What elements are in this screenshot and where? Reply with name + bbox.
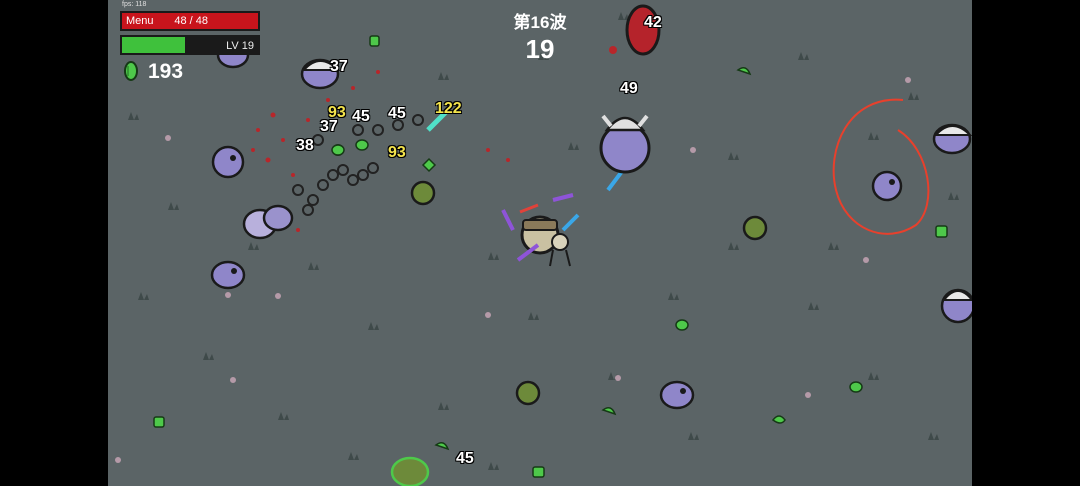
damage-number-crit: 93 [388,144,406,161]
damage-number: 45 [388,105,406,122]
impact-puffs [292,114,424,216]
enemy-helmet-alien [932,123,972,155]
material-drops [153,35,948,478]
damage-number-crit: 122 [435,100,462,117]
wave-title: 第16波 [513,13,567,32]
enemy-spiky-alien [242,204,294,240]
damage-number: 45 [456,450,474,467]
enemy-tree-sprout [410,180,436,206]
damage-number: 49 [620,80,638,97]
damage-number: 38 [296,137,314,154]
enemy-baby-alien [211,145,245,179]
enemy-tree-sprout [390,456,430,486]
letterbox-right [972,0,1080,486]
enemy-horned-brute [599,114,651,174]
wave-timer: 19 [525,34,555,64]
fps-counter: fps: 118 [122,1,147,8]
damage-number: 45 [352,108,370,125]
enemy-tree-sprout [742,215,768,241]
letterbox-left [0,0,108,486]
enemy-helmet-alien [940,288,972,324]
enemy-tree-sprout [515,380,541,406]
damage-number: 37 [330,58,348,75]
damage-number-crit: 93 [328,104,346,121]
game-viewport[interactable]: fps: 118 Menu 48 / 48 LV 19 193 第16波 19 … [108,0,972,486]
enemy-baby-alien [210,260,246,290]
enemy-baby-alien [659,380,695,410]
damage-number: 42 [644,14,662,31]
enemy-baby-alien-circled [871,170,903,202]
